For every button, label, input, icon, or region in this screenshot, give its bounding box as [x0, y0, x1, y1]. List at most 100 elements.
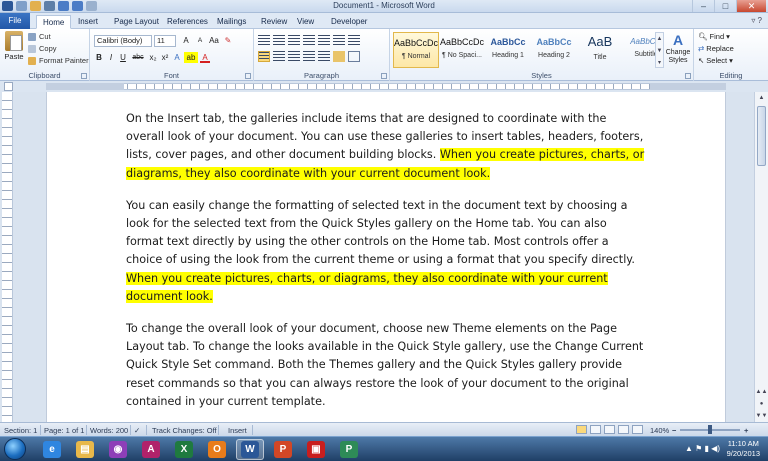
multilevel-list-icon[interactable]	[288, 35, 300, 46]
paragraph-1[interactable]: On the Insert tab, the galleries include…	[126, 110, 646, 183]
paste-button[interactable]: Paste	[3, 31, 25, 67]
clear-formatting-icon[interactable]: ✎	[222, 35, 234, 46]
font-name-box[interactable]: Calibri (Body)	[94, 35, 152, 47]
tab-view[interactable]: View	[291, 15, 320, 29]
taskbar-file-explorer-icon[interactable]: ▤	[71, 439, 99, 460]
ribbon-help-icon[interactable]: ▿ ?	[751, 16, 762, 25]
tab-page-layout[interactable]: Page Layout	[108, 15, 165, 29]
text-effects-button[interactable]: A	[172, 52, 182, 63]
prev-page-icon[interactable]: ▲▲	[755, 386, 768, 398]
strikethrough-button[interactable]: abc	[130, 52, 146, 63]
start-button[interactable]	[4, 438, 26, 460]
full-screen-view-icon[interactable]	[590, 425, 601, 434]
styles-launcher-icon[interactable]	[685, 73, 691, 79]
horizontal-ruler[interactable]	[0, 81, 768, 92]
change-styles-button[interactable]: A Change Styles	[664, 32, 692, 65]
taskbar-word-icon[interactable]: W	[236, 439, 264, 460]
next-page-icon[interactable]: ▼▼	[755, 410, 768, 422]
align-center-icon[interactable]	[273, 51, 285, 62]
clock[interactable]: 11:10 AM 9/20/2013	[727, 439, 760, 459]
taskbar-powerpoint-icon[interactable]: P	[269, 439, 297, 460]
tab-selector-icon[interactable]	[4, 82, 13, 91]
tab-insert[interactable]: Insert	[72, 15, 104, 29]
tab-home[interactable]: Home	[36, 15, 72, 29]
paragraph-launcher-icon[interactable]	[381, 73, 387, 79]
status-track-changes[interactable]: Track Changes: Off	[152, 426, 217, 435]
cut-button[interactable]: Cut	[28, 32, 51, 41]
increase-indent-icon[interactable]	[318, 35, 330, 46]
shrink-font-button[interactable]: A	[194, 35, 206, 46]
document-page[interactable]: On the Insert tab, the galleries include…	[46, 92, 726, 422]
scroll-up-icon[interactable]: ▲	[755, 92, 768, 104]
taskbar-onenote-circle-icon[interactable]: ◉	[104, 439, 132, 460]
tab-references[interactable]: References	[161, 15, 214, 29]
minimize-button[interactable]: ‒	[692, 0, 714, 12]
subscript-button[interactable]: x₂	[148, 52, 158, 63]
status-page[interactable]: Page: 1 of 1	[44, 426, 84, 435]
style-card[interactable]: AaB Title	[577, 32, 623, 68]
taskbar-outlook-icon[interactable]: O	[203, 439, 231, 460]
change-case-button[interactable]: Aa	[208, 35, 220, 46]
document-body[interactable]: On the Insert tab, the galleries include…	[126, 110, 646, 425]
replace-button[interactable]: ⇄ Replace	[698, 44, 734, 53]
print-layout-view-icon[interactable]	[576, 425, 587, 434]
tab-mailings[interactable]: Mailings	[211, 15, 252, 29]
status-insert-mode[interactable]: Insert	[228, 426, 247, 435]
zoom-out-button[interactable]: −	[672, 426, 676, 435]
style-card[interactable]: AaBbCcDc ¶ Normal	[393, 32, 439, 68]
draft-view-icon[interactable]	[632, 425, 643, 434]
styles-scroll-arrows[interactable]: ▲ ▼ ▾	[655, 32, 664, 68]
find-button[interactable]: 🔍︎ Find ▾	[698, 32, 730, 41]
font-color-button[interactable]: A	[200, 52, 210, 63]
tab-review[interactable]: Review	[255, 15, 293, 29]
style-card[interactable]: AaBbCc Heading 1	[485, 32, 531, 68]
tab-developer[interactable]: Developer	[325, 15, 373, 29]
font-size-box[interactable]: 11	[154, 35, 176, 47]
underline-button[interactable]: U	[118, 52, 128, 63]
taskbar-access-icon[interactable]: A	[137, 439, 165, 460]
sort-icon[interactable]	[333, 35, 345, 46]
style-card[interactable]: AaBbCc Heading 2	[531, 32, 577, 68]
status-words[interactable]: Words: 200	[90, 426, 128, 435]
grow-font-button[interactable]: A	[180, 35, 192, 46]
taskbar-photoshop-icon[interactable]: ▣	[302, 439, 330, 460]
italic-button[interactable]: I	[106, 52, 116, 63]
shading-icon[interactable]	[333, 51, 345, 62]
highlight-color-button[interactable]: ab	[184, 52, 198, 63]
zoom-in-button[interactable]: +	[744, 426, 748, 435]
zoom-level[interactable]: 140%	[650, 426, 669, 435]
taskbar-internet-explorer-icon[interactable]: e	[38, 439, 66, 460]
copy-button[interactable]: Copy	[28, 44, 57, 53]
line-spacing-icon[interactable]	[318, 51, 330, 62]
paragraph-2[interactable]: You can easily change the formatting of …	[126, 197, 646, 306]
system-tray-icons[interactable]: ▲ ⚑ ▮ ◀)	[685, 444, 720, 453]
close-button[interactable]: ✕	[736, 0, 766, 12]
align-right-icon[interactable]	[288, 51, 300, 62]
tab-file[interactable]: File	[0, 13, 30, 29]
show-marks-icon[interactable]	[348, 35, 360, 46]
bold-button[interactable]: B	[94, 52, 104, 63]
zoom-slider-thumb[interactable]	[708, 425, 712, 434]
maximize-button[interactable]: □	[714, 0, 736, 12]
web-layout-view-icon[interactable]	[604, 425, 615, 434]
style-card[interactable]: AaBbCcDc ¶ No Spaci...	[439, 32, 485, 68]
vertical-scrollbar[interactable]: ▲ ▲▲ ● ▼▼	[754, 92, 768, 422]
outline-view-icon[interactable]	[618, 425, 629, 434]
taskbar-excel-icon[interactable]: X	[170, 439, 198, 460]
superscript-button[interactable]: x²	[160, 52, 170, 63]
decrease-indent-icon[interactable]	[303, 35, 315, 46]
spellcheck-icon[interactable]: ✓	[134, 426, 140, 435]
align-left-icon[interactable]	[258, 51, 270, 62]
font-launcher-icon[interactable]	[245, 73, 251, 79]
select-browse-icon[interactable]: ●	[755, 398, 768, 410]
status-section[interactable]: Section: 1	[4, 426, 37, 435]
taskbar-publisher-icon[interactable]: P	[335, 439, 363, 460]
paragraph-3[interactable]: To change the overall look of your docum…	[126, 320, 646, 411]
scroll-thumb[interactable]	[757, 106, 766, 166]
bullets-icon[interactable]	[258, 35, 270, 46]
borders-icon[interactable]	[348, 51, 360, 62]
format-painter-button[interactable]: Format Painter	[28, 56, 89, 65]
numbering-icon[interactable]	[273, 35, 285, 46]
clipboard-launcher-icon[interactable]	[81, 73, 87, 79]
select-button[interactable]: ↖ Select ▾	[698, 56, 733, 65]
